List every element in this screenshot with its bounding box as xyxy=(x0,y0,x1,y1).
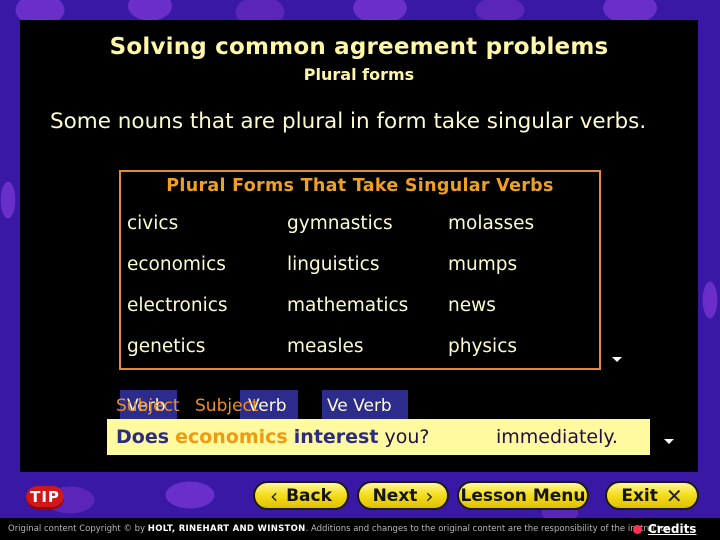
slide-title: Solving common agreement problems xyxy=(109,34,609,60)
back-button[interactable]: ‹ Back xyxy=(253,481,349,510)
slide-panel: Solving common agreement problems Plural… xyxy=(20,20,698,472)
table-word: gymnastics xyxy=(287,213,393,234)
subject-label: Subject xyxy=(195,396,259,416)
slide-subtitle: Plural forms xyxy=(303,65,415,84)
advance-arrow-icon[interactable] xyxy=(612,357,622,362)
table-word: physics xyxy=(448,336,518,357)
table-word: economics xyxy=(127,254,226,275)
close-icon: ✕ xyxy=(665,483,683,508)
verb-label: Ve Verb xyxy=(327,396,392,416)
lesson-menu-button[interactable]: Lesson Menu xyxy=(457,481,589,510)
table-word: electronics xyxy=(127,295,228,316)
lesson-menu-label: Lesson Menu xyxy=(460,485,586,506)
table-word: mumps xyxy=(448,254,518,275)
sentence-word-verb: interest xyxy=(293,426,379,448)
copyright-suffix: . Additions and changes to the original … xyxy=(305,524,671,534)
table-word: news xyxy=(448,295,496,316)
footer: Original content Copyright © by HOLT, RI… xyxy=(0,518,720,540)
copyright-text: Original content Copyright © by HOLT, RI… xyxy=(8,518,671,540)
table-word: mathematics xyxy=(287,295,409,316)
table-word: genetics xyxy=(127,336,206,357)
plural-forms-table: Plural Forms That Take Singular Verbs ci… xyxy=(119,170,601,370)
advance-arrow-icon[interactable] xyxy=(664,439,674,444)
credits-bullet-icon xyxy=(633,525,642,534)
back-label: Back xyxy=(286,485,332,506)
copyright-prefix: Original content Copyright © by xyxy=(8,524,146,534)
chevron-right-icon: › xyxy=(425,483,434,508)
next-button[interactable]: Next › xyxy=(357,481,449,510)
table-word: civics xyxy=(127,213,179,234)
sentence-word-subject: economics xyxy=(175,426,288,448)
exit-button[interactable]: Exit ✕ xyxy=(605,481,699,510)
table-word: molasses xyxy=(448,213,535,234)
subject-label: Subject xyxy=(116,396,180,416)
table-word: linguistics xyxy=(287,254,380,275)
next-label: Next xyxy=(372,485,418,506)
sentence-word: you? xyxy=(384,426,430,448)
chevron-left-icon: ‹ xyxy=(270,483,279,508)
credits-link[interactable]: Credits xyxy=(648,518,696,540)
publisher-name: HOLT, RINEHART AND WINSTON xyxy=(147,524,306,534)
exit-label: Exit xyxy=(621,485,658,506)
table-word: measles xyxy=(287,336,364,357)
table-title: Plural Forms That Take Singular Verbs xyxy=(166,176,554,196)
intro-text: Some nouns that are plural in form take … xyxy=(50,109,647,134)
sentence-overlay-text: immediately. xyxy=(496,426,618,448)
sentence-word-verb: Does xyxy=(116,426,170,448)
tip-button[interactable]: TIP xyxy=(26,486,64,509)
example-sentence: Does economics interest you? xyxy=(116,426,430,448)
